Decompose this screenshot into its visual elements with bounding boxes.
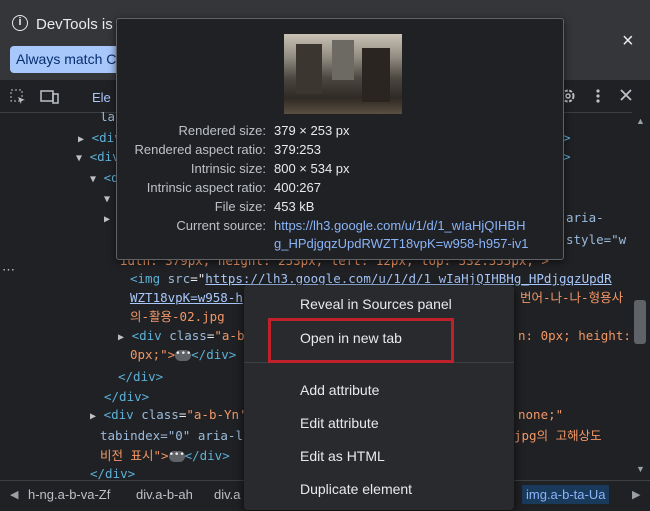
tree-line-img-cont: 의-활용-02.jpg (130, 309, 225, 324)
image-preview-tooltip: Rendered size: 379 × 253 px Rendered asp… (116, 18, 564, 260)
scroll-down-icon[interactable]: ▼ (636, 464, 645, 474)
collapse-triangle-icon[interactable]: ▼ (90, 174, 96, 185)
rendered-aspect-value: 379:253 (274, 142, 321, 157)
current-source-label: Current source: (176, 218, 266, 233)
ellipsis-badge[interactable]: ••• (175, 350, 191, 361)
tree-line[interactable]: ▶ (104, 208, 110, 227)
tree-line[interactable]: ▼ (104, 188, 110, 207)
scroll-up-icon[interactable]: ▲ (636, 116, 645, 126)
tree-line[interactable]: tabindex="0" aria-l (100, 426, 243, 445)
breadcrumb-item[interactable]: div.a (214, 487, 241, 502)
tree-line-img-cont[interactable]: WZT18vpK=w958-h (130, 288, 243, 307)
tree-line[interactable]: ▼ <d (90, 168, 119, 187)
tree-line[interactable]: ▶ <div class="a-b (118, 326, 244, 345)
image-thumbnail (284, 34, 402, 114)
tree-line-frag: none;" (518, 407, 564, 422)
tree-line[interactable]: ▶ <div class="a-b-Yn' (90, 405, 247, 424)
gutter-dots-icon[interactable]: ⋯ (2, 262, 15, 278)
intrinsic-aspect-label: Intrinsic aspect ratio: (146, 180, 266, 195)
tree-line[interactable]: 0px;">•••</div> (130, 345, 236, 364)
tree-line[interactable]: 비전 표시">•••</div> (100, 446, 230, 465)
tree-line[interactable]: </div> (90, 464, 135, 480)
tree-line-frag: style="w (566, 232, 627, 247)
intrinsic-size-value: 800 × 534 px (274, 161, 350, 176)
vertical-scrollbar[interactable]: ▲ ▼ (632, 112, 650, 480)
rendered-aspect-label: Rendered aspect ratio: (134, 142, 266, 157)
tree-line-end: > (563, 130, 571, 145)
tab-elements[interactable]: Ele (92, 90, 111, 105)
expand-triangle-icon[interactable]: ▶ (90, 411, 96, 422)
info-icon: i (12, 15, 28, 31)
tree-line[interactable]: ▼ <div (76, 147, 120, 166)
file-size-value: 453 kB (274, 199, 315, 214)
current-source-link-cont[interactable]: g_HPdjgqzUpdRWZT18vpK=w958-h957-iv1 (274, 236, 528, 251)
tree-line[interactable]: </div> (118, 367, 163, 386)
menu-item-reveal-in-sources[interactable]: Reveal in Sources panel (300, 296, 452, 312)
always-match-button[interactable]: Always match Ch (10, 46, 131, 73)
breadcrumb-item[interactable]: div.a-b-ah (136, 487, 193, 502)
tree-line-end: > (563, 149, 571, 164)
menu-item-edit-as-html[interactable]: Edit as HTML (300, 448, 385, 464)
ellipsis-badge[interactable]: ••• (168, 451, 185, 462)
close-devtools-icon[interactable] (616, 88, 636, 108)
tree-line-frag: jpg의 고해상도 (514, 428, 602, 443)
collapse-triangle-icon[interactable]: ▼ (104, 194, 110, 205)
intrinsic-aspect-value: 400:267 (274, 180, 321, 195)
rendered-size-label: Rendered size: (178, 123, 266, 138)
expand-triangle-icon[interactable]: ▶ (78, 134, 84, 145)
rendered-size-value: 379 × 253 px (274, 123, 350, 138)
menu-item-add-attribute[interactable]: Add attribute (300, 382, 379, 398)
breadcrumb-left-arrow-icon[interactable]: ◀ (10, 488, 18, 501)
breadcrumb-right-arrow-icon[interactable]: ▶ (632, 488, 640, 501)
infobar-message: DevTools is n (36, 16, 126, 33)
current-source-link[interactable]: https://lh3.google.com/u/1/d/1_wIaHjQIHB… (274, 218, 525, 233)
expand-triangle-icon[interactable]: ▶ (118, 332, 124, 343)
close-icon[interactable]: × (622, 30, 634, 53)
inspect-element-icon[interactable] (8, 88, 28, 108)
scrollbar-thumb[interactable] (634, 300, 646, 344)
tree-line-frag: n: 0px; height: (518, 328, 631, 343)
tree-line-img-cont: 번어-나-나-형용사 (520, 290, 624, 305)
tree-line-frag: aria- (566, 210, 604, 225)
intrinsic-size-label: Intrinsic size: (190, 161, 266, 176)
menu-item-edit-attribute[interactable]: Edit attribute (300, 415, 379, 431)
tree-line[interactable]: </div> (104, 387, 149, 406)
highlight-box (268, 318, 454, 363)
breadcrumb-item-active[interactable]: img.a-b-ta-Ua (522, 485, 610, 504)
file-size-label: File size: (214, 199, 266, 214)
device-toolbar-icon[interactable] (40, 88, 60, 108)
more-options-icon[interactable] (588, 88, 608, 108)
menu-item-duplicate-element[interactable]: Duplicate element (300, 481, 412, 497)
expand-triangle-icon[interactable]: ▶ (104, 214, 110, 225)
breadcrumb-item[interactable]: h-ng.a-b-va-Zf (28, 487, 110, 502)
collapse-triangle-icon[interactable]: ▼ (76, 153, 82, 164)
